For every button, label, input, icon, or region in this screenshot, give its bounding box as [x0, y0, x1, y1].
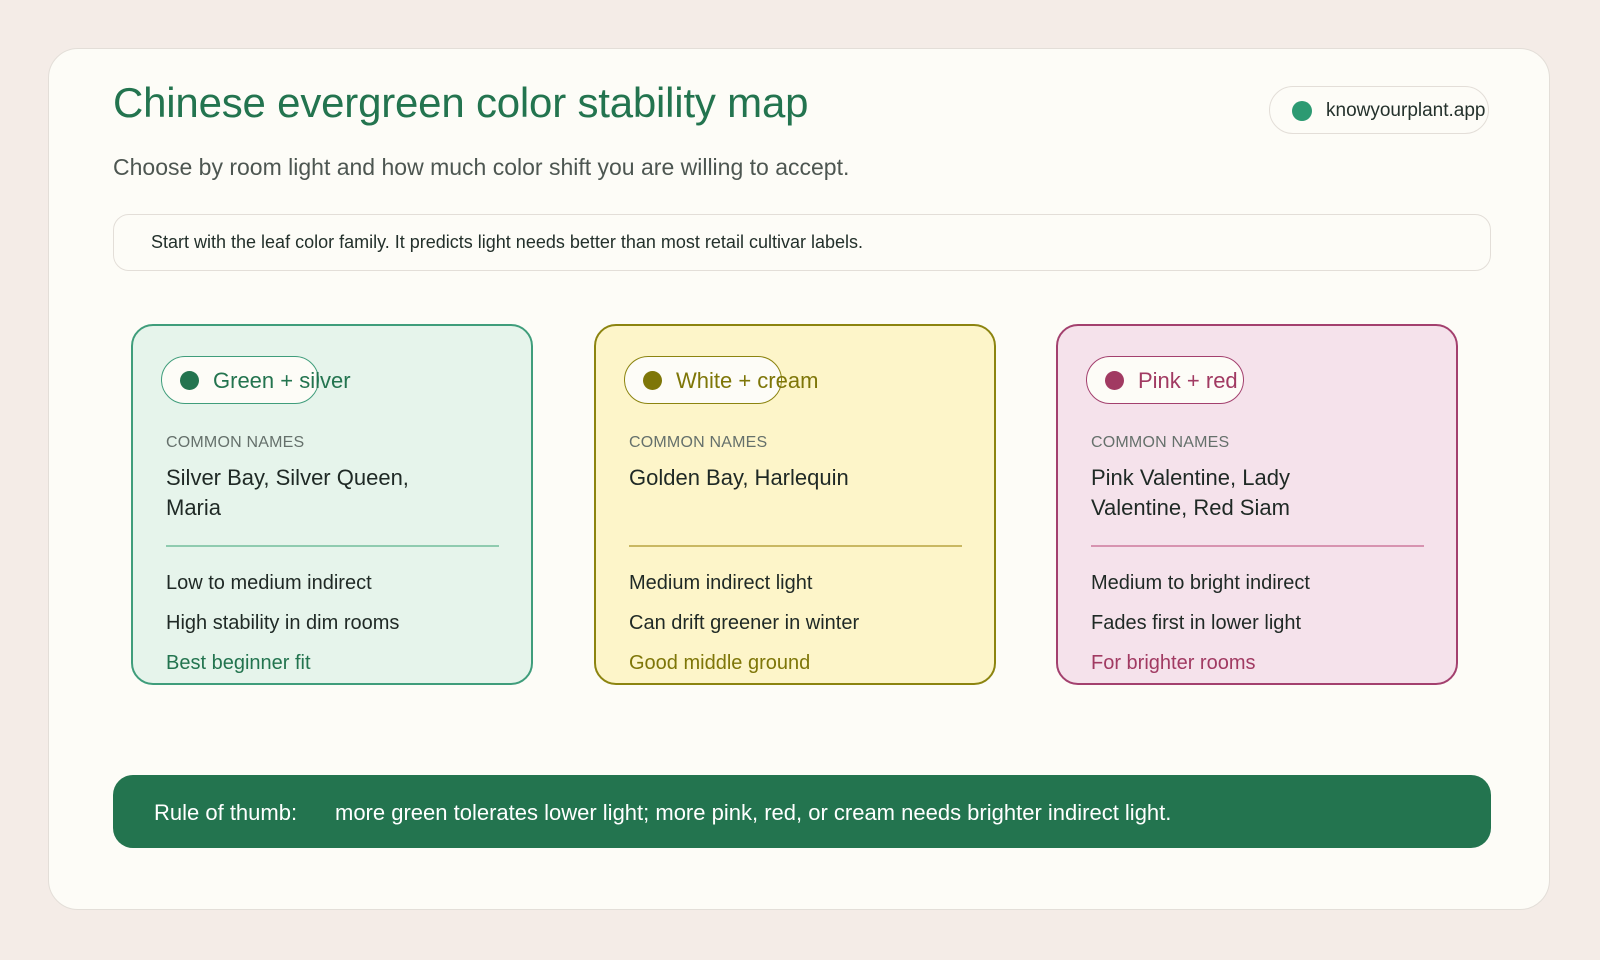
fit-verdict: For brighter rooms — [1091, 652, 1256, 674]
card-green-silver: Green + silver COMMON NAMES Silver Bay, … — [131, 324, 533, 685]
common-names: Silver Bay, Silver Queen, Maria — [166, 465, 409, 520]
rule-of-thumb-banner: Rule of thumb: more green tolerates lowe… — [113, 775, 1491, 848]
common-names-heading: COMMON NAMES — [629, 434, 768, 451]
color-dot-icon — [643, 371, 662, 390]
tip-note: Start with the leaf color family. It pre… — [113, 214, 1491, 271]
brand-chip[interactable]: knowyourplant.app — [1269, 86, 1489, 134]
content-panel: Chinese evergreen color stability map kn… — [48, 48, 1550, 910]
fit-verdict: Good middle ground — [629, 652, 811, 674]
brand-label: knowyourplant.app — [1326, 100, 1486, 121]
common-names: Pink Valentine, Lady Valentine, Red Siam — [1091, 465, 1290, 520]
common-names: Golden Bay, Harlequin — [629, 465, 849, 490]
color-family-pill: White + cream — [624, 356, 818, 404]
color-dot-icon — [180, 371, 199, 390]
rule-of-thumb-label: Rule of thumb: — [154, 800, 298, 825]
light-need: Low to medium indirect — [166, 572, 372, 594]
color-family-label: White + cream — [676, 368, 819, 393]
color-family-label: Pink + red — [1138, 368, 1238, 393]
brand-dot-icon — [1292, 101, 1312, 121]
light-need: Medium to bright indirect — [1091, 572, 1310, 594]
color-dot-icon — [1105, 371, 1124, 390]
tip-note-text: Start with the leaf color family. It pre… — [151, 232, 863, 252]
common-names-heading: COMMON NAMES — [166, 434, 305, 451]
card-white-cream: White + cream COMMON NAMES Golden Bay, H… — [594, 324, 996, 685]
rule-of-thumb-text: more green tolerates lower light; more p… — [335, 800, 1172, 825]
card-pink-red: Pink + red COMMON NAMES Pink Valentine, … — [1056, 324, 1458, 685]
light-need: Medium indirect light — [629, 572, 813, 594]
page-subtitle: Choose by room light and how much color … — [113, 154, 850, 180]
card-divider — [1091, 545, 1424, 547]
card-divider — [166, 545, 499, 547]
card-divider — [629, 545, 962, 547]
fit-verdict: Best beginner fit — [166, 652, 311, 674]
page-title: Chinese evergreen color stability map — [113, 79, 809, 126]
color-family-label: Green + silver — [213, 368, 351, 393]
color-family-pill: Pink + red — [1086, 356, 1244, 404]
color-stability: Can drift greener in winter — [629, 612, 860, 634]
color-stability: High stability in dim rooms — [166, 612, 400, 634]
color-stability: Fades first in lower light — [1091, 612, 1302, 634]
common-names-heading: COMMON NAMES — [1091, 434, 1230, 451]
color-family-pill: Green + silver — [161, 356, 351, 404]
